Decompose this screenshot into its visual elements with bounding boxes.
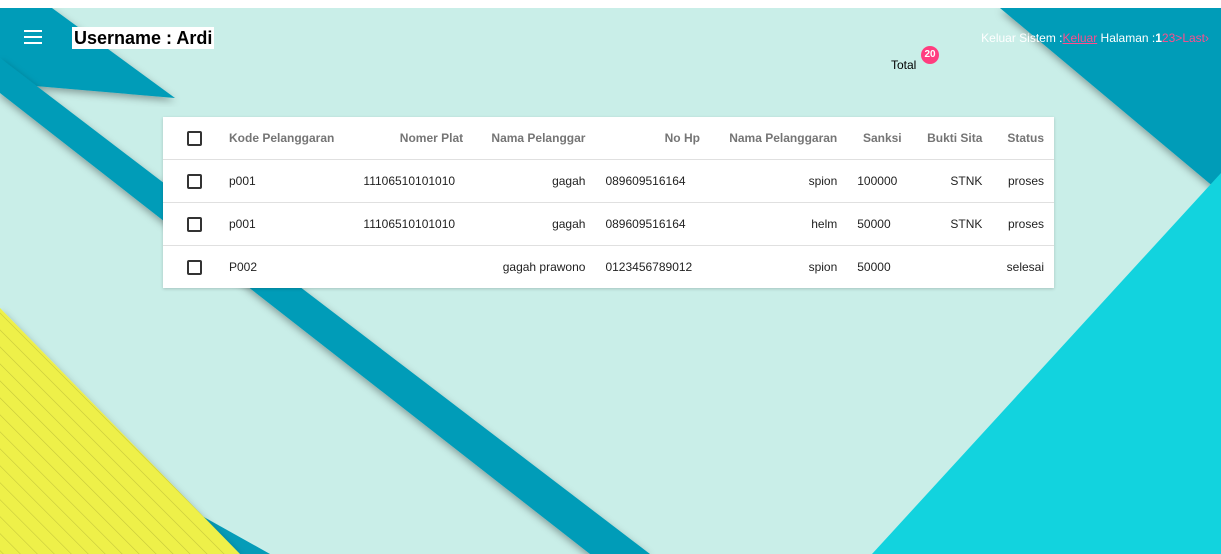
cell-sanksi: 50000 (857, 260, 891, 274)
cell-nama-pelanggar: gagah (473, 202, 596, 246)
page-background: Username : Ardi Keluar Sistem :Keluar Ha… (0, 8, 1221, 554)
col-no-hp[interactable]: No Hp (595, 117, 710, 160)
table-row[interactable]: P002 gagah prawono 0123456789012 spion 5… (163, 246, 1054, 289)
select-all-cell (163, 117, 219, 160)
cell-nama-pelanggaran: spion (709, 159, 848, 203)
cell-no-hp: 089609516164 (595, 159, 710, 203)
table-row[interactable]: p001 11106510101010 gagah 089609516164 s… (163, 159, 1054, 203)
halaman-label: Halaman : (1097, 31, 1156, 45)
cell-kode-pelanggaran: p001 (219, 159, 354, 203)
cell-bukti-sita: STNK (911, 202, 993, 246)
select-all-checkbox-icon[interactable] (187, 130, 202, 146)
cell-kode-pelanggaran: p001 (219, 202, 354, 246)
checkbox-icon[interactable] (187, 259, 202, 275)
cell-nomer-plat: 11106510101010 (353, 159, 474, 203)
cell-status: proses (992, 202, 1054, 246)
current-page: 1 (1155, 31, 1162, 45)
violations-table: Kode Pelanggaran Nomer Plat Nama Pelangg… (163, 117, 1054, 288)
top-navigation: Keluar Sistem :Keluar Halaman :123>Last› (981, 30, 1209, 46)
table-row[interactable]: p001 11106510101010 gagah 089609516164 h… (163, 202, 1054, 246)
total-label: Total (891, 58, 917, 72)
cell-sanksi: 100000 (847, 159, 912, 203)
total-count-badge: 20 (921, 46, 939, 64)
cell-sanksi: 50000 (847, 202, 912, 246)
col-kode-pelanggaran[interactable]: Kode Pelanggaran (219, 117, 354, 160)
row-select-cell (163, 246, 219, 289)
cell-nama-pelanggar: gagah prawono (502, 260, 586, 274)
cell-nomer-plat (353, 246, 473, 289)
keluar-sistem-label: Keluar Sistem : (981, 31, 1063, 45)
col-nama-pelanggaran[interactable]: Nama Pelanggaran (709, 117, 848, 160)
cell-status: selesai (1006, 260, 1044, 274)
col-bukti-sita[interactable]: Bukti Sita (911, 117, 993, 160)
cell-nomer-plat: 11106510101010 (353, 202, 474, 246)
data-table-card: Kode Pelanggaran Nomer Plat Nama Pelangg… (163, 117, 1054, 288)
cell-status: proses (992, 159, 1054, 203)
col-nomer-plat[interactable]: Nomer Plat (353, 117, 474, 160)
username-label: Username : Ardi (72, 27, 215, 49)
cell-no-hp: 089609516164 (595, 202, 710, 246)
table-header-row: Kode Pelanggaran Nomer Plat Nama Pelangg… (163, 117, 1054, 160)
col-status[interactable]: Status (992, 117, 1054, 160)
keluar-link[interactable]: Keluar (1063, 31, 1098, 45)
cell-nama-pelanggaran: spion (808, 260, 838, 274)
col-sanksi[interactable]: Sanksi (847, 117, 912, 160)
last-page-link[interactable]: Last (1182, 31, 1205, 45)
cell-kode-pelanggaran: P002 (229, 260, 258, 274)
checkbox-icon[interactable] (187, 216, 202, 232)
page-link-2[interactable]: 2 (1162, 31, 1169, 45)
cell-nama-pelanggaran: helm (709, 202, 848, 246)
checkbox-icon[interactable] (187, 173, 202, 189)
cell-bukti-sita (912, 246, 993, 289)
cell-bukti-sita: STNK (911, 159, 993, 203)
last-chevron-icon[interactable]: › (1205, 31, 1209, 45)
col-nama-pelanggar[interactable]: Nama Pelanggar (473, 117, 596, 160)
row-select-cell (163, 159, 219, 203)
cell-no-hp: 0123456789012 (605, 260, 693, 274)
hamburger-menu-icon[interactable] (24, 30, 42, 44)
row-select-cell (163, 202, 219, 246)
cell-nama-pelanggar: gagah (473, 159, 596, 203)
